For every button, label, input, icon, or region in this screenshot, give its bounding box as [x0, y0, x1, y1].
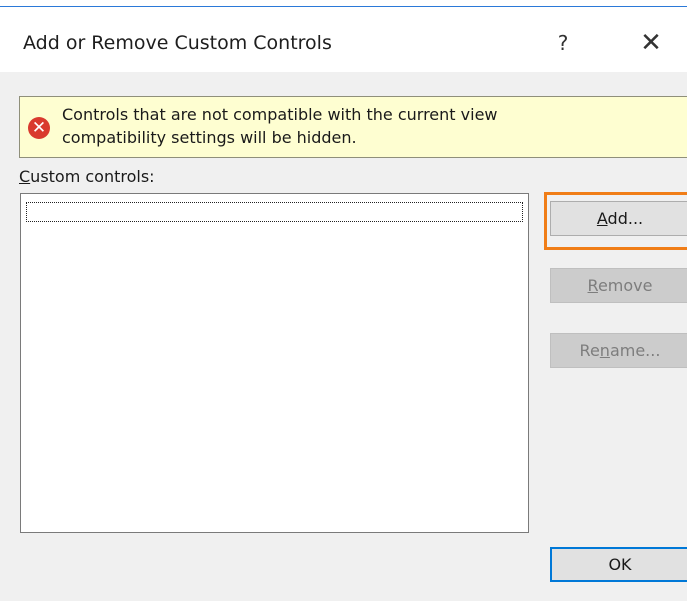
rename-button[interactable]: Rename... [550, 333, 687, 368]
rename-button-label: ame... [609, 341, 661, 360]
rename-button-prefix: Re [579, 341, 600, 360]
add-button-label: dd... [607, 209, 644, 228]
dialog-titlebar: Add or Remove Custom Controls ? ✕ [0, 8, 687, 72]
close-button[interactable]: ✕ [636, 28, 666, 58]
infobar-message-line2: compatibility settings will be hidden. [62, 128, 357, 147]
custom-controls-list[interactable] [20, 193, 529, 533]
error-icon: ✕ [28, 117, 50, 139]
compatibility-infobar: ✕ Controls that are not compatible with … [19, 96, 687, 158]
ok-button[interactable]: OK [550, 547, 687, 582]
background-window-border [0, 6, 687, 7]
background-window-strip [0, 0, 687, 8]
add-button-accel: A [596, 209, 608, 228]
infobar-message-line1: Controls that are not compatible with th… [62, 105, 498, 124]
help-button[interactable]: ? [551, 28, 575, 58]
custom-controls-label-text: ustom controls: [30, 167, 155, 186]
custom-controls-label-accel: C [19, 167, 31, 186]
remove-button-accel: R [587, 276, 598, 295]
infobar-message: Controls that are not compatible with th… [62, 103, 498, 149]
dialog-title: Add or Remove Custom Controls [23, 32, 332, 54]
custom-controls-label: Custom controls: [19, 167, 155, 186]
add-button[interactable]: Add... [550, 201, 687, 236]
remove-button[interactable]: Remove [550, 268, 687, 303]
list-focus-item[interactable] [26, 202, 523, 222]
rename-button-accel: n [599, 341, 610, 360]
remove-button-label: emove [597, 276, 653, 295]
